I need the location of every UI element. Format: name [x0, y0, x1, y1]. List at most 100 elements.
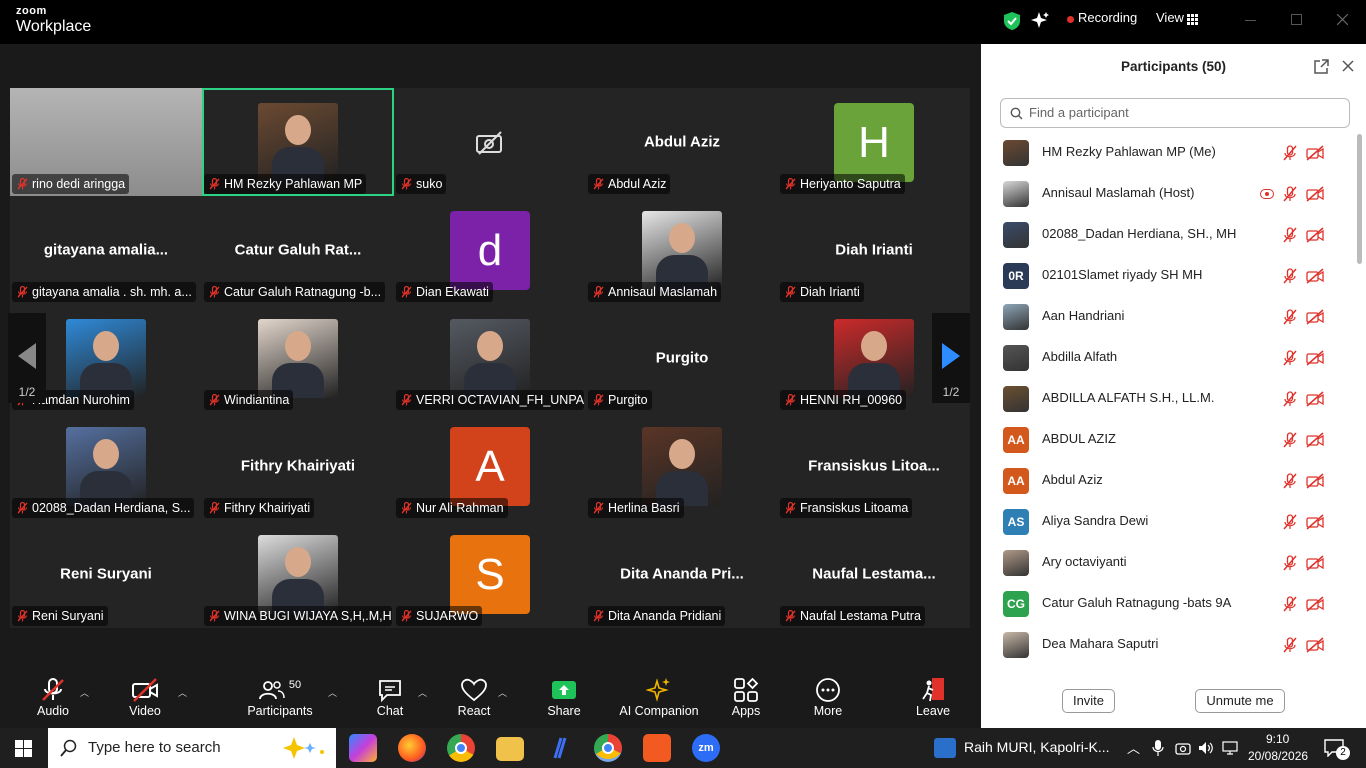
maximize-icon[interactable] [1291, 14, 1302, 25]
participant-row[interactable]: CG Catur Galuh Ratnagung -bats 9A [981, 583, 1353, 624]
participant-search-input[interactable]: Find a participant [1000, 98, 1350, 128]
react-button[interactable]: React [454, 676, 494, 718]
video-tile[interactable]: Catur Galuh Rat... Catur Galuh Ratnagung … [202, 196, 394, 304]
video-tile[interactable]: HM Rezky Pahlawan MP [202, 88, 394, 196]
video-tile[interactable]: Dita Ananda Pri... Dita Ananda Pridiani [586, 520, 778, 628]
mic-muted-icon[interactable] [1282, 309, 1298, 325]
mic-muted-icon[interactable] [1282, 514, 1298, 530]
next-page-button[interactable]: 1/2 [932, 313, 970, 403]
video-tile[interactable]: S SUJARWO [394, 520, 586, 628]
video-tile[interactable]: gitayana amalia... gitayana amalia . sh. … [10, 196, 202, 304]
mic-muted-icon[interactable] [1282, 555, 1298, 571]
copilot-taskbar-icon[interactable] [349, 734, 377, 762]
chrome-profile-taskbar-icon[interactable] [594, 734, 622, 762]
video-tile[interactable]: Annisaul Maslamah [586, 196, 778, 304]
video-off-icon[interactable] [1306, 473, 1324, 489]
participant-row[interactable]: AA ABDUL AZIZ [981, 419, 1353, 460]
sublime-taskbar-icon[interactable] [643, 734, 671, 762]
mic-muted-icon[interactable] [1282, 391, 1298, 407]
file-explorer-taskbar-icon[interactable] [496, 737, 524, 761]
video-tile[interactable]: VERRI OCTAVIAN_FH_UNPA... [394, 304, 586, 412]
video-off-icon[interactable] [1306, 145, 1324, 161]
chrome-taskbar-icon[interactable] [447, 734, 475, 762]
recording-label[interactable]: Recording [1078, 10, 1137, 25]
video-tile[interactable]: Diah Irianti Diah Irianti [778, 196, 970, 304]
video-off-icon[interactable] [1306, 227, 1324, 243]
clock-date[interactable]: 20/08/2026 [1248, 749, 1308, 763]
app-taskbar-icon[interactable] [545, 734, 573, 762]
video-button[interactable]: Video [125, 676, 165, 718]
camera-tray-icon[interactable] [1175, 741, 1191, 755]
mic-muted-icon[interactable] [1282, 145, 1298, 161]
sparkle-icon[interactable] [1031, 11, 1049, 29]
news-widget-icon[interactable] [934, 738, 956, 758]
video-tile[interactable]: Herlina Basri [586, 412, 778, 520]
react-options-caret-icon[interactable]: ︿ [498, 686, 507, 699]
participant-row[interactable]: Aan Handriani [981, 296, 1353, 337]
chat-button[interactable]: Chat [370, 676, 410, 718]
firefox-taskbar-icon[interactable] [398, 734, 426, 762]
windows-start-icon[interactable] [15, 740, 32, 757]
video-off-icon[interactable] [1306, 514, 1324, 530]
video-off-icon[interactable] [1306, 186, 1324, 202]
video-off-icon[interactable] [1306, 637, 1324, 653]
taskbar-search-box[interactable]: Type here to search [48, 728, 336, 768]
participant-row[interactable]: Ary octaviyanti [981, 542, 1353, 583]
mic-muted-icon[interactable] [1282, 268, 1298, 284]
close-panel-icon[interactable] [1342, 60, 1354, 72]
video-tile[interactable]: Reni Suryani Reni Suryani [10, 520, 202, 628]
participant-row[interactable]: AA Abdul Aziz [981, 460, 1353, 501]
video-options-caret-icon[interactable]: ︿ [178, 686, 187, 699]
view-button[interactable]: View [1156, 10, 1184, 25]
video-tile[interactable]: Fithry Khairiyati Fithry Khairiyati [202, 412, 394, 520]
participant-row[interactable]: 02088_Dadan Herdiana, SH., MH [981, 214, 1353, 255]
video-tile[interactable]: Purgito Purgito [586, 304, 778, 412]
video-tile[interactable]: A Nur Ali Rahman [394, 412, 586, 520]
news-widget-text[interactable]: Raih MURI, Kapolri-K... [964, 739, 1109, 755]
participant-row[interactable]: Annisaul Maslamah (Host) [981, 173, 1353, 214]
participant-row[interactable]: Abdilla Alfath [981, 337, 1353, 378]
mic-muted-icon[interactable] [1282, 186, 1298, 202]
audio-button[interactable]: Audio [33, 676, 73, 718]
participant-row[interactable]: AS Aliya Sandra Dewi [981, 501, 1353, 542]
video-off-icon[interactable] [1306, 391, 1324, 407]
video-off-icon[interactable] [1306, 350, 1324, 366]
chat-options-caret-icon[interactable]: ︿ [418, 686, 427, 699]
participant-row[interactable]: ABDILLA ALFATH S.H., LL.M. [981, 378, 1353, 419]
video-off-icon[interactable] [1306, 432, 1324, 448]
share-button[interactable]: Share [544, 676, 584, 718]
apps-button[interactable]: Apps [726, 676, 766, 718]
video-tile[interactable]: WINA BUGI WIJAYA S,H,.M,H. [202, 520, 394, 628]
audio-options-caret-icon[interactable]: ︿ [80, 686, 89, 699]
tray-chevron-up-icon[interactable]: ︿ [1127, 738, 1140, 757]
video-tile[interactable]: Abdul Aziz Abdul Aziz [586, 88, 778, 196]
microphone-tray-icon[interactable] [1152, 740, 1164, 756]
close-window-icon[interactable] [1337, 14, 1348, 25]
participant-list-scrollbar[interactable] [1356, 132, 1362, 672]
video-tile[interactable]: suko [394, 88, 586, 196]
video-tile[interactable]: Naufal Lestama... Naufal Lestama Putra [778, 520, 970, 628]
participant-row[interactable]: Dea Mahara Saputri [981, 624, 1353, 665]
more-button[interactable]: More [808, 676, 848, 718]
video-off-icon[interactable] [1306, 555, 1324, 571]
pop-out-icon[interactable] [1314, 59, 1329, 74]
video-off-icon[interactable] [1306, 596, 1324, 612]
video-off-icon[interactable] [1306, 309, 1324, 325]
mic-muted-icon[interactable] [1282, 596, 1298, 612]
network-tray-icon[interactable] [1222, 741, 1238, 755]
video-tile[interactable]: Fransiskus Litoa... Fransiskus Litoama [778, 412, 970, 520]
video-tile[interactable]: H Heriyanto Saputra [778, 88, 970, 196]
participant-row[interactable]: HM Rezky Pahlawan MP (Me) [981, 132, 1353, 173]
mic-muted-icon[interactable] [1282, 637, 1298, 653]
mic-muted-icon[interactable] [1282, 432, 1298, 448]
prev-page-button[interactable]: 1/2 [8, 313, 46, 403]
mic-muted-icon[interactable] [1282, 350, 1298, 366]
mic-muted-icon[interactable] [1282, 227, 1298, 243]
video-tile[interactable]: Windiantina [202, 304, 394, 412]
mic-muted-icon[interactable] [1282, 473, 1298, 489]
unmute-me-button[interactable]: Unmute me [1195, 689, 1285, 713]
zoom-taskbar-icon[interactable]: zm [692, 734, 720, 762]
volume-tray-icon[interactable] [1198, 741, 1214, 755]
grid-view-icon[interactable] [1187, 14, 1198, 25]
clock-time[interactable]: 9:10 [1266, 732, 1289, 746]
